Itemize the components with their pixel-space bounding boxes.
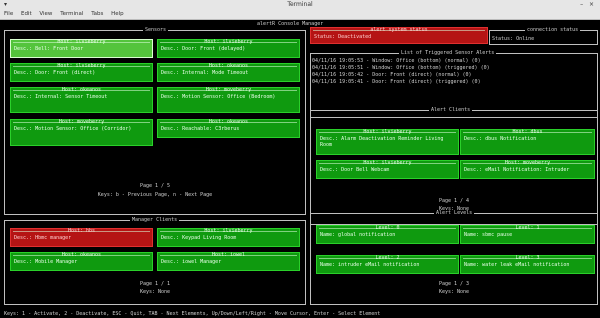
alert-clients-title: Alert Clients — [429, 107, 473, 114]
connection-panel: connection status Status: Online — [489, 27, 598, 45]
alert-level-box[interactable]: Level: 0 Name: global notification — [316, 225, 459, 244]
alert-client-box[interactable]: Host: moveberry Desc.: eMail Notificatio… — [460, 160, 595, 179]
sensors-keys: Keys: b - Previous Page, n - Next Page — [97, 192, 213, 198]
alert-level-number: Level: 3 — [515, 255, 540, 261]
alert-client-desc: Desc.: dbus Notification — [464, 136, 537, 142]
triggered-line: 04/11/16 19:05:51 - Window: Office (bott… — [312, 65, 490, 71]
sensor-desc: Desc.: Internal: Mode Timeout — [161, 70, 249, 76]
alert-client-desc: Desc.: Door Bell Webcam — [320, 167, 390, 173]
sensors-panel: Sensors Host: ilvieberry Desc.: Bell: Fr… — [4, 27, 306, 215]
alert-client-desc: Desc.: Alarm Deactivation Reminder Livin… — [320, 136, 447, 148]
alert-level-number: Level: 1 — [515, 225, 540, 231]
manager-host: Host: ilvieberry — [204, 228, 253, 234]
sensor-desc: Desc.: Reachable: C3rberus — [161, 126, 240, 132]
sensor-desc: Desc.: Motion Sensor: Office (Bedroom) — [161, 94, 276, 100]
sensor-desc: Desc.: Bell: Front Door — [14, 46, 84, 52]
sensor-host: Host: ilvieberry — [57, 39, 106, 45]
manager-host: Host: hbs — [67, 228, 96, 234]
alert-level-name: Name: water leak eMail notification — [464, 262, 570, 268]
sensor-box[interactable]: Host: okeanos Desc.: Reachable: C3rberus — [157, 119, 300, 138]
menu-bar: File Edit View Terminal Tabs Help — [0, 10, 600, 20]
triggered-line: 04/11/16 19:05:41 - Door: Front (direct)… — [312, 79, 481, 85]
sensor-box[interactable]: Host: okeanos Desc.: Internal: Sensor Ti… — [10, 87, 153, 113]
sensor-box[interactable]: Host: ilvieberry Desc.: Bell: Front Door — [10, 39, 153, 58]
triggered-title: List of Triggered Sensor Alerts — [399, 50, 497, 57]
alert-system-value: Status: Deactivated — [314, 34, 372, 40]
alert-client-host: Host: dbus — [512, 129, 543, 135]
sensor-host: Host: ilvieberry — [204, 39, 253, 45]
alert-levels-page: Page 1 / 3 — [438, 281, 470, 287]
alert-level-name: Name: intruder eMail notification — [320, 262, 420, 268]
sensor-desc: Desc.: Door: Front (direct) — [14, 70, 96, 76]
alert-client-host: Host: moveberry — [504, 160, 551, 166]
sensor-host: Host: okeanos — [208, 63, 249, 69]
sensor-host: Host: ilvieberry — [57, 63, 106, 69]
menu-help[interactable]: Help — [111, 11, 124, 17]
window-menu-icon[interactable]: ▾ — [4, 0, 7, 10]
sensor-desc: Desc.: Door: Front (delayed) — [161, 46, 246, 52]
menu-tabs[interactable]: Tabs — [91, 11, 103, 17]
alert-levels-keys: Keys: None — [438, 289, 470, 295]
alert-levels-panel: Alert Levels Level: 0 Name: global notif… — [310, 210, 598, 305]
sensor-box[interactable]: Host: okeanos Desc.: Internal: Mode Time… — [157, 63, 300, 82]
sensor-box[interactable]: Host: moveberry Desc.: Motion Sensor: Of… — [10, 119, 153, 146]
connection-value: Status: Online — [492, 36, 535, 42]
alert-level-box[interactable]: Level: 3 Name: water leak eMail notifica… — [460, 255, 595, 274]
sensor-desc: Desc.: Motion Sensor: Office (Corridor) — [14, 126, 132, 132]
alert-level-number: Level: 2 — [375, 255, 400, 261]
sensor-desc: Desc.: Internal: Sensor Timeout — [14, 94, 108, 100]
manager-desc: Desc.: iowel Manager — [161, 259, 222, 265]
alert-clients-page: Page 1 / 4 — [438, 198, 470, 204]
window-title: Terminal — [287, 1, 313, 8]
triggered-line: 04/11/16 19:05:53 - Window: Office (bott… — [312, 58, 481, 64]
menu-edit[interactable]: Edit — [21, 11, 32, 17]
alert-client-box[interactable]: Host: dbus Desc.: dbus Notification — [460, 129, 595, 155]
connection-title: connection status — [525, 27, 581, 34]
manager-box[interactable]: Host: ilvieberry Desc.: Keypad Living Ro… — [157, 228, 300, 247]
sensors-title: Sensors — [143, 27, 169, 34]
alert-client-desc: Desc.: eMail Notification: Intruder — [464, 167, 570, 173]
alert-system-title: alert system status — [370, 27, 428, 33]
keys-status-bar: Keys: 1 - Activate, 2 - Deactivate, ESC … — [4, 311, 381, 317]
sensor-host: Host: okeanos — [208, 119, 249, 125]
menu-view[interactable]: View — [39, 11, 52, 17]
sensor-box[interactable]: Host: moveberry Desc.: Motion Sensor: Of… — [157, 87, 300, 113]
manager-desc: Desc.: Hbmc manager — [14, 235, 72, 241]
alert-level-box[interactable]: Level: 2 Name: intruder eMail notificati… — [316, 255, 459, 274]
sensor-box[interactable]: Host: ilvieberry Desc.: Door: Front (del… — [157, 39, 300, 58]
alert-client-host: Host: ilvieberry — [363, 160, 412, 166]
managers-title: Manager Clients — [130, 217, 180, 224]
manager-box[interactable]: Host: okeanos Desc.: Mobile Manager — [10, 252, 153, 271]
window-titlebar: ▾ Terminal – × — [0, 0, 600, 10]
terminal-area[interactable]: alertR Console Manager Sensors Host: ilv… — [0, 20, 600, 318]
manager-host: Host: iowel — [211, 252, 246, 258]
alert-levels-title: Alert Levels — [434, 210, 475, 217]
manager-box[interactable]: Host: iowel Desc.: iowel Manager — [157, 252, 300, 271]
managers-panel: Manager Clients Host: hbs Desc.: Hbmc ma… — [4, 217, 306, 305]
alert-client-host: Host: ilvieberry — [363, 129, 412, 135]
sensor-box[interactable]: Host: ilvieberry Desc.: Door: Front (dir… — [10, 63, 153, 82]
menu-file[interactable]: File — [4, 11, 13, 17]
sensors-page: Page 1 / 5 — [139, 183, 171, 189]
alert-client-box[interactable]: Host: ilvieberry Desc.: Door Bell Webcam — [316, 160, 459, 179]
menu-terminal[interactable]: Terminal — [60, 11, 83, 17]
managers-page: Page 1 / 1 — [139, 281, 171, 287]
manager-host: Host: okeanos — [61, 252, 102, 258]
sensor-host: Host: moveberry — [58, 119, 105, 125]
manager-desc: Desc.: Keypad Living Room — [161, 235, 237, 241]
alert-system-status: alert system status Status: Deactivated — [310, 27, 488, 44]
alert-level-name: Name: global notification — [320, 232, 396, 238]
alert-clients-panel: Alert Clients Host: ilvieberry Desc.: Al… — [310, 107, 598, 225]
alert-level-box[interactable]: Level: 1 Name: sbmc pause — [460, 225, 595, 244]
triggered-line: 04/11/16 19:05:42 - Door: Front (direct)… — [312, 72, 472, 78]
sensor-host: Host: okeanos — [61, 87, 102, 93]
alert-level-name: Name: sbmc pause — [464, 232, 513, 238]
window-controls[interactable]: – × — [580, 0, 596, 10]
manager-box[interactable]: Host: hbs Desc.: Hbmc manager — [10, 228, 153, 247]
manager-desc: Desc.: Mobile Manager — [14, 259, 78, 265]
alert-level-number: Level: 0 — [375, 225, 400, 231]
managers-keys: Keys: None — [139, 289, 171, 295]
sensor-host: Host: moveberry — [205, 87, 252, 93]
alert-client-box[interactable]: Host: ilvieberry Desc.: Alarm Deactivati… — [316, 129, 459, 155]
